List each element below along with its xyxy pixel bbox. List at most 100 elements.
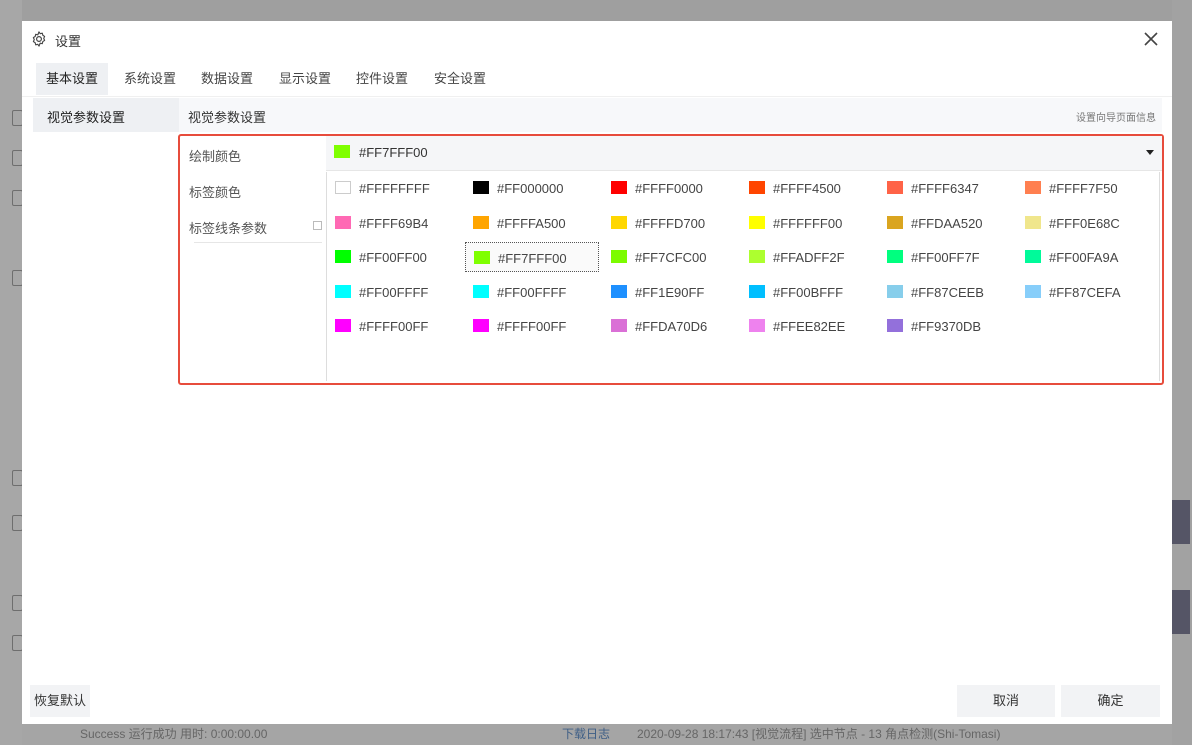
color-option-label: #FFFF69B4 bbox=[359, 215, 429, 231]
param-label-color[interactable]: 标签颜色 bbox=[189, 182, 241, 201]
color-option[interactable]: #FFEE82EE bbox=[741, 311, 875, 341]
color-swatch bbox=[473, 181, 489, 194]
color-swatch bbox=[611, 284, 627, 298]
tab-system[interactable]: 系统设置 bbox=[114, 63, 186, 95]
tab-basic[interactable]: 基本设置 bbox=[36, 63, 109, 95]
color-option-label: #FF7FFF00 bbox=[498, 251, 567, 266]
download-log-link: 下载日志 bbox=[562, 727, 611, 741]
gear-icon bbox=[32, 31, 46, 47]
color-option-label: #FF7CFC00 bbox=[635, 250, 707, 265]
side-menu-item-visual-params[interactable]: 视觉参数设置 bbox=[33, 98, 179, 132]
color-option[interactable]: #FF1E90FF bbox=[603, 277, 737, 307]
status-message: Success 运行成功 用时: 0:00:00.00 bbox=[80, 727, 268, 741]
color-option-label: #FFADFF2F bbox=[773, 250, 845, 265]
color-option-label: #FFFFA500 bbox=[497, 215, 566, 231]
color-option[interactable]: #FFFF7F50 bbox=[1017, 173, 1151, 203]
settings-dialog: 设置 基本设置 系统设置 数据设置 显示设置 控件设置 安全设置 视觉参数设置 … bbox=[22, 21, 1172, 724]
color-option-label: #FF00FF00 bbox=[359, 250, 427, 265]
color-option-label: #FFFF00FF bbox=[359, 319, 429, 334]
color-option-label: #FFDA70D6 bbox=[635, 319, 708, 334]
color-option[interactable]: #FFFF00FF bbox=[327, 311, 461, 341]
color-dropdown[interactable]: #FF7FFF00 bbox=[326, 136, 1162, 171]
color-swatch bbox=[611, 250, 627, 263]
color-option[interactable]: #FFFFA500 bbox=[465, 208, 599, 238]
color-swatch bbox=[1025, 181, 1041, 194]
color-swatch bbox=[749, 250, 765, 263]
tab-data[interactable]: 数据设置 bbox=[191, 63, 263, 95]
color-option-label: #FFDAA520 bbox=[911, 215, 983, 231]
color-swatch bbox=[887, 250, 903, 263]
color-swatch bbox=[749, 319, 765, 332]
color-option-label: #FFFF6347 bbox=[911, 181, 979, 196]
color-option[interactable]: #FFFFD700 bbox=[603, 208, 737, 238]
close-icon[interactable] bbox=[1140, 28, 1162, 50]
color-option[interactable]: #FF00FFFF bbox=[465, 277, 599, 307]
reset-default-button[interactable]: 恢复默认 bbox=[30, 685, 90, 717]
color-option[interactable]: #FF00BFFF bbox=[741, 277, 875, 307]
param-draw-color[interactable]: 绘制颜色 bbox=[189, 146, 241, 165]
color-swatch bbox=[611, 319, 627, 332]
tab-controls[interactable]: 控件设置 bbox=[346, 63, 418, 95]
color-option[interactable]: #FF9370DB bbox=[879, 311, 1013, 341]
color-option[interactable]: #FFFFFFFF bbox=[327, 173, 461, 203]
dialog-titlebar: 设置 bbox=[22, 21, 1172, 57]
color-option-label: #FF87CEFA bbox=[1049, 284, 1121, 300]
dropdown-value: #FF7FFF00 bbox=[359, 145, 428, 160]
param-label-line[interactable]: 标签线条参数 bbox=[189, 218, 267, 237]
color-palette: #FFFFFFFF #FF000000 #FFFF0000 #FFFF4500 #FFF… bbox=[326, 172, 1160, 381]
color-option[interactable]: #FFF0E68C bbox=[1017, 208, 1151, 238]
color-swatch bbox=[474, 251, 490, 264]
color-option[interactable]: #FF7FFF00 bbox=[465, 242, 599, 272]
ok-button[interactable]: 确定 bbox=[1061, 685, 1160, 717]
color-swatch bbox=[1025, 215, 1041, 229]
color-swatch bbox=[335, 215, 351, 229]
color-option[interactable]: #FF000000 bbox=[465, 173, 599, 203]
color-option[interactable]: #FF7CFC00 bbox=[603, 242, 737, 272]
color-option[interactable]: #FFFF69B4 bbox=[327, 208, 461, 238]
color-swatch bbox=[887, 181, 903, 194]
color-swatch bbox=[473, 215, 489, 229]
tab-display[interactable]: 显示设置 bbox=[269, 63, 341, 95]
color-swatch bbox=[335, 319, 351, 332]
color-swatch bbox=[611, 215, 627, 229]
color-swatch bbox=[335, 181, 351, 194]
color-option-label: #FFFFFFFF bbox=[359, 181, 430, 196]
param-checkbox[interactable] bbox=[313, 221, 322, 230]
color-option[interactable]: #FF00FFFF bbox=[327, 277, 461, 307]
color-option[interactable]: #FFFFFF00 bbox=[741, 208, 875, 238]
color-swatch bbox=[887, 319, 903, 332]
color-swatch bbox=[335, 284, 351, 298]
color-settings-panel: 绘制颜色 标签颜色 标签线条参数 #FF7FFF00 #FFFFFFFF #FF0… bbox=[178, 134, 1164, 385]
color-swatch bbox=[887, 284, 903, 298]
cancel-button[interactable]: 取消 bbox=[957, 685, 1055, 717]
color-swatch bbox=[749, 215, 765, 229]
tab-divider bbox=[22, 96, 1172, 97]
color-swatch bbox=[473, 319, 489, 332]
color-option-label: #FF00FF7F bbox=[911, 250, 980, 265]
color-option-label: #FF1E90FF bbox=[635, 284, 705, 300]
color-option-label: #FF000000 bbox=[497, 181, 564, 196]
color-option[interactable]: #FF00FA9A bbox=[1017, 242, 1151, 272]
tab-security[interactable]: 安全设置 bbox=[424, 63, 496, 95]
color-option[interactable]: #FFDAA520 bbox=[879, 208, 1013, 238]
color-option[interactable]: #FFFF0000 bbox=[603, 173, 737, 203]
color-option[interactable]: #FF87CEEB bbox=[879, 277, 1013, 307]
color-option-label: #FFFF00FF bbox=[497, 319, 567, 334]
color-swatch bbox=[749, 181, 765, 194]
color-option[interactable]: #FFFF4500 bbox=[741, 173, 875, 203]
color-option[interactable]: #FF00FF00 bbox=[327, 242, 461, 272]
color-swatch bbox=[1025, 250, 1041, 263]
color-option[interactable]: #FFADFF2F bbox=[741, 242, 875, 272]
section-hint: 设置向导页面信息 bbox=[1076, 113, 1156, 124]
color-swatch bbox=[334, 145, 350, 158]
chevron-down-icon bbox=[1146, 150, 1154, 155]
color-swatch bbox=[335, 250, 351, 263]
log-message: 2020-09-28 18:17:43 [视觉流程] 选中节点 - 13 角点检… bbox=[637, 727, 1001, 741]
color-option[interactable]: #FFFF00FF bbox=[465, 311, 599, 341]
color-option[interactable]: #FFDA70D6 bbox=[603, 311, 737, 341]
color-swatch bbox=[887, 215, 903, 229]
color-option[interactable]: #FF87CEFA bbox=[1017, 277, 1151, 307]
thumbnail-image bbox=[1172, 590, 1190, 634]
color-option[interactable]: #FF00FF7F bbox=[879, 242, 1013, 272]
color-option[interactable]: #FFFF6347 bbox=[879, 173, 1013, 203]
